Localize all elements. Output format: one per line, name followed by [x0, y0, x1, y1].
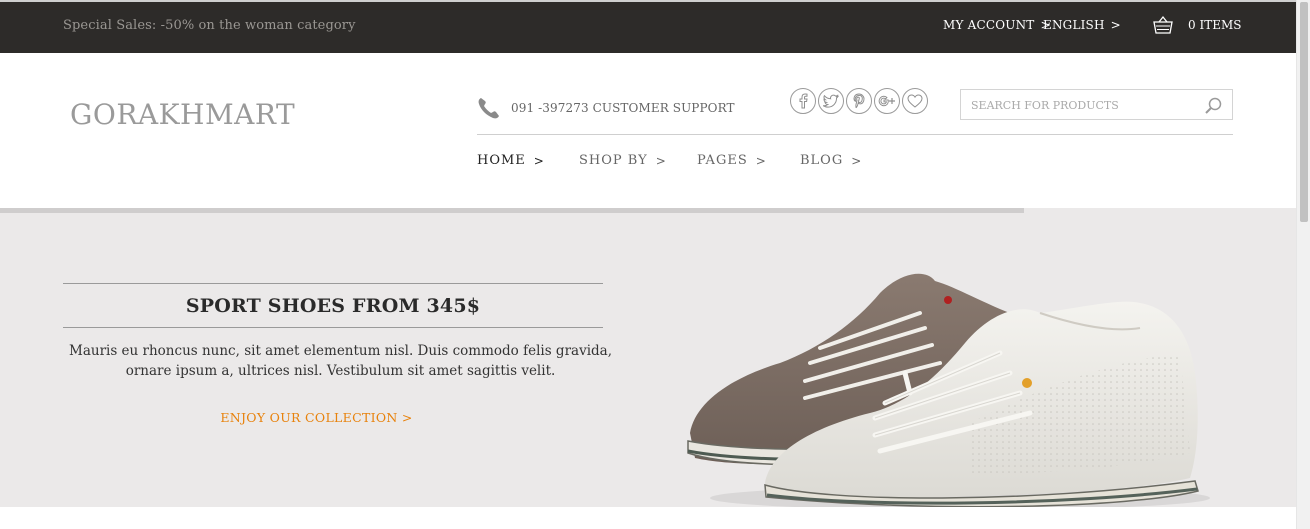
hero-divider-bottom: [63, 327, 603, 328]
my-account-label: MY ACCOUNT: [943, 18, 1035, 32]
pinterest-icon[interactable]: [846, 88, 872, 114]
header-divider: [477, 134, 1233, 135]
nav-item-pages[interactable]: PAGES >: [697, 153, 767, 168]
chevron-right-icon: >: [655, 153, 667, 168]
search-icon[interactable]: [1203, 96, 1223, 116]
hero-banner: SPORT SHOES FROM 345$ Mauris eu rhoncus …: [0, 213, 1296, 507]
chevron-right-icon: >: [1110, 18, 1121, 32]
scrollbar-thumb[interactable]: [1300, 2, 1308, 222]
language-label: ENGLISH: [1043, 18, 1105, 32]
nav-item-shop-by[interactable]: SHOP BY >: [579, 153, 667, 168]
language-selector[interactable]: ENGLISH >: [1043, 18, 1121, 32]
sport-shoes-image: [687, 273, 1210, 507]
basket-icon[interactable]: [1152, 14, 1174, 36]
nav-item-label: HOME: [477, 153, 526, 168]
phone-icon: [478, 98, 499, 119]
hero-divider-top: [63, 283, 603, 284]
chevron-right-icon: >: [533, 153, 545, 168]
hero-title: SPORT SHOES FROM 345$: [185, 295, 481, 317]
twitter-icon[interactable]: [818, 88, 844, 114]
facebook-icon[interactable]: [790, 88, 816, 114]
google-plus-icon[interactable]: [874, 88, 900, 114]
customer-support-text: 091 -397273 CUSTOMER SUPPORT: [511, 101, 735, 115]
nav-item-label: BLOG: [800, 153, 844, 168]
heart-icon[interactable]: [902, 88, 928, 114]
nav-item-blog[interactable]: BLOG >: [800, 153, 862, 168]
chevron-right-icon: >: [755, 153, 767, 168]
social-links: [790, 88, 928, 114]
my-account-link[interactable]: MY ACCOUNT >: [943, 18, 1051, 32]
search-input[interactable]: [969, 96, 1194, 114]
top-bar: Special Sales: -50% on the woman categor…: [0, 0, 1296, 53]
promo-text: Special Sales: -50% on the woman categor…: [63, 18, 356, 33]
search-box: [960, 89, 1233, 120]
nav-item-label: SHOP BY: [579, 153, 648, 168]
enjoy-collection-link[interactable]: ENJOY OUR COLLECTION >: [63, 410, 570, 425]
site-logo[interactable]: GORAKHMART: [70, 98, 295, 131]
hero-description: Mauris eu rhoncus nunc, sit amet element…: [69, 343, 612, 379]
nav-item-label: PAGES: [697, 153, 748, 168]
nav-item-home[interactable]: HOME >: [477, 153, 545, 168]
cart-count[interactable]: 0 ITEMS: [1188, 18, 1241, 32]
chevron-right-icon: >: [851, 153, 863, 168]
content-area-start: [0, 507, 1296, 529]
page-scrollbar[interactable]: [1296, 0, 1310, 529]
